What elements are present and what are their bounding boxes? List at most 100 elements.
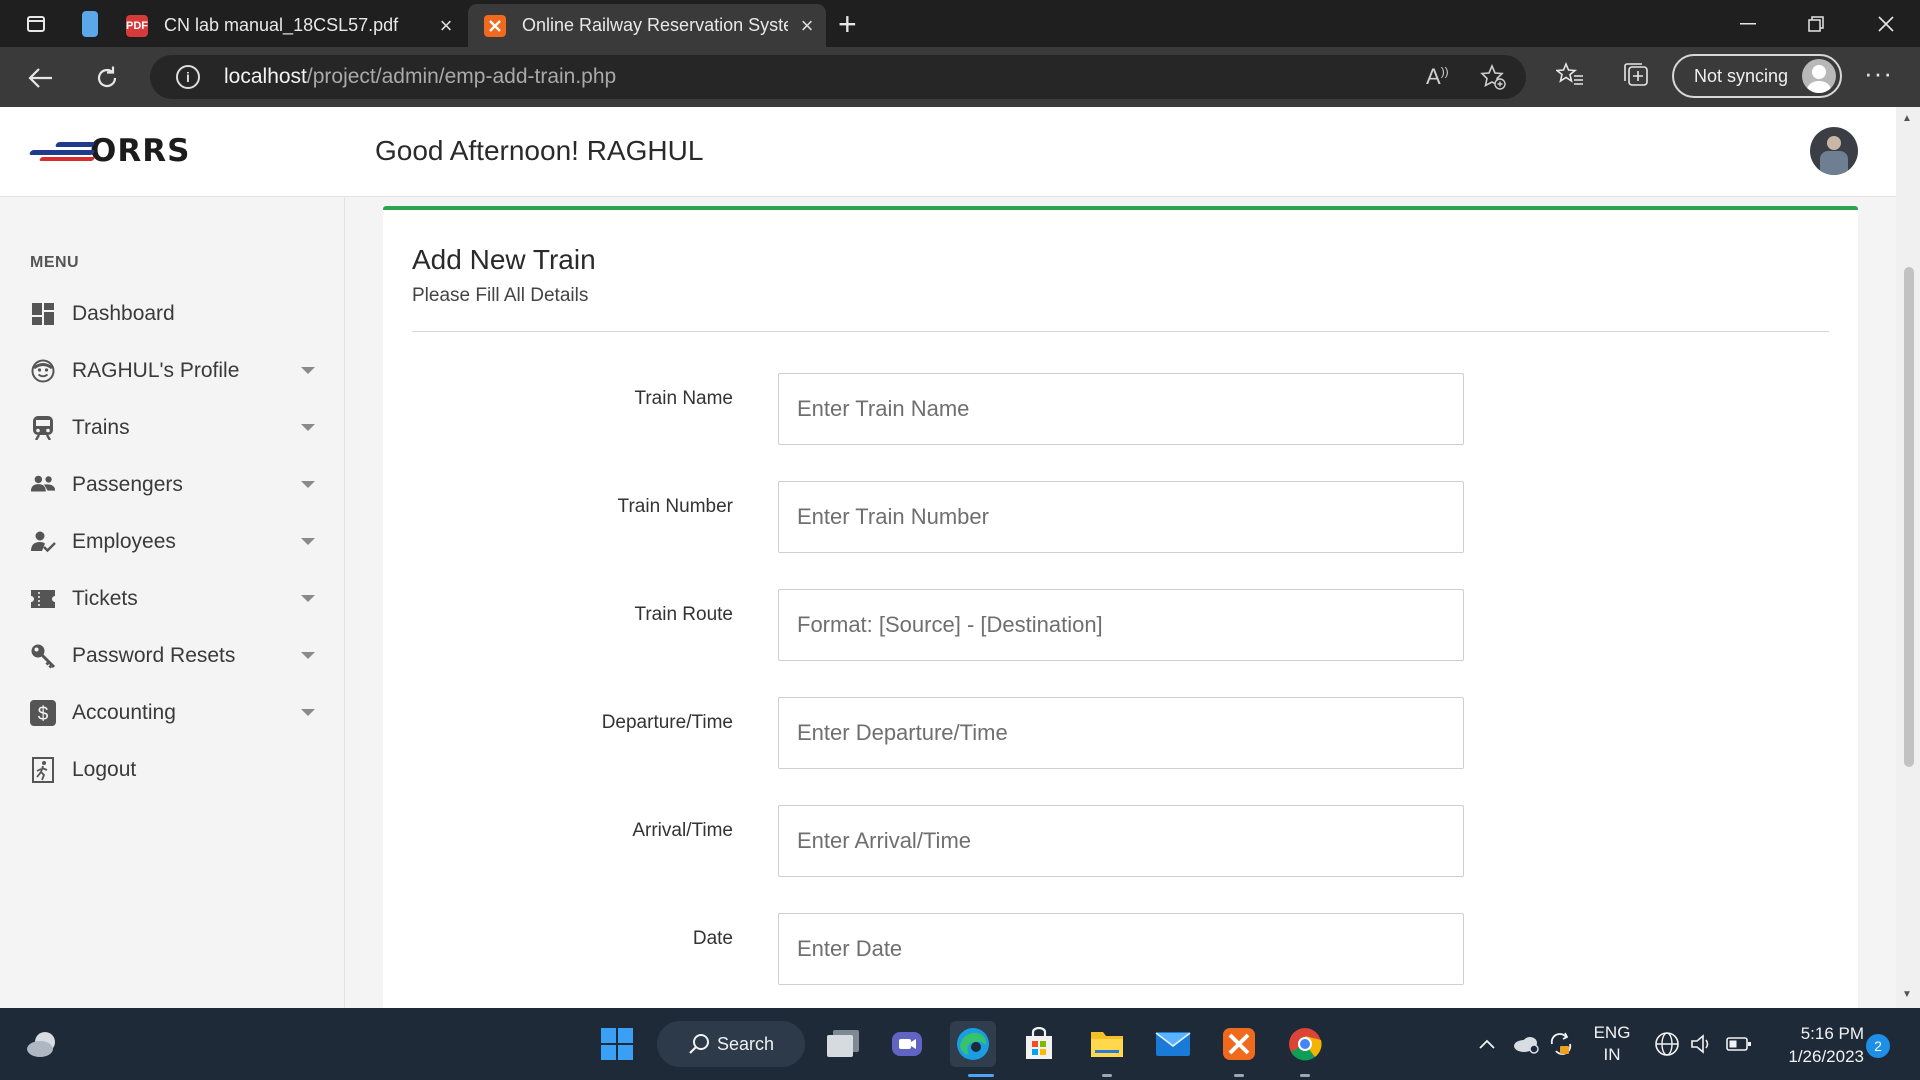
sidebar-item-tickets[interactable]: Tickets (30, 579, 320, 619)
key-icon (30, 643, 56, 669)
card-subtitle: Please Fill All Details (412, 285, 589, 306)
lang-line-2: IN (1603, 1045, 1621, 1064)
running-app-indicator (1300, 1074, 1310, 1077)
arrival-time-input[interactable] (778, 805, 1464, 877)
logo-text: ORRS (90, 133, 191, 169)
notification-badge[interactable]: 2 (1866, 1034, 1890, 1058)
mail-icon[interactable] (1150, 1021, 1196, 1067)
sidebar: MENU Dashboard RAGHUL's Profile Trains P… (0, 198, 345, 1008)
train-logo-icon (28, 136, 96, 166)
close-tab-icon[interactable]: × (788, 13, 826, 39)
refresh-icon[interactable] (90, 61, 124, 95)
xampp-icon[interactable] (1216, 1021, 1262, 1067)
departure-time-input[interactable] (778, 697, 1464, 769)
running-app-indicator (1234, 1074, 1244, 1077)
greeting-text: Good Afternoon! RAGHUL (375, 135, 704, 166)
scroll-down-icon[interactable]: ▼ (1902, 989, 1912, 1000)
sidebar-item-label: Logout (72, 758, 137, 781)
close-window-icon[interactable] (1852, 0, 1920, 47)
file-explorer-icon[interactable] (1084, 1021, 1130, 1067)
form-row-train-name: Train Name (383, 373, 1858, 447)
minimize-icon[interactable] (1714, 0, 1782, 47)
onedrive-icon[interactable] (1512, 1008, 1540, 1080)
svg-text:$: $ (38, 704, 49, 725)
pdf-icon: PDF (126, 14, 148, 37)
taskbar-clock[interactable]: 5:16 PM 1/26/2023 (1764, 1022, 1864, 1068)
language-indicator[interactable]: ENG IN (1590, 1008, 1634, 1080)
user-avatar[interactable] (1810, 127, 1858, 175)
sync-status-icon[interactable] (1548, 1008, 1574, 1080)
new-tab-icon[interactable]: + (838, 6, 857, 43)
chevron-down-icon (301, 595, 315, 602)
employee-icon (30, 529, 56, 555)
date-input[interactable] (778, 913, 1464, 985)
windows-taskbar: Search ENG IN 5:16 PM 1/26/2023 2 (0, 1008, 1920, 1080)
restore-icon[interactable] (1782, 0, 1850, 47)
form-row-train-number: Train Number (383, 481, 1858, 555)
clock-time: 5:16 PM (1800, 1024, 1864, 1043)
weather-icon[interactable] (20, 1021, 66, 1067)
chevron-down-icon (301, 481, 315, 488)
sidebar-item-label: Accounting (72, 701, 176, 724)
task-view-icon[interactable] (820, 1021, 866, 1067)
form-row-arrival: Arrival/Time (383, 805, 1858, 879)
browser-tab-bar: PDF CN lab manual_18CSL57.pdf × Online R… (0, 0, 1920, 47)
chrome-icon[interactable] (1282, 1021, 1328, 1067)
microsoft-store-icon[interactable] (1016, 1021, 1062, 1067)
sidebar-item-profile[interactable]: RAGHUL's Profile (30, 351, 320, 391)
address-bar[interactable]: i localhost/project/admin/emp-add-train.… (150, 55, 1526, 99)
network-icon[interactable] (1654, 1008, 1680, 1080)
close-tab-icon[interactable]: × (427, 13, 465, 39)
tab-title: Online Railway Reservation Syste (522, 15, 788, 35)
sidebar-item-employees[interactable]: Employees (30, 522, 320, 562)
sidebar-item-passengers[interactable]: Passengers (30, 465, 320, 505)
sidebar-item-label: Password Resets (72, 644, 236, 667)
ticket-icon (30, 586, 56, 612)
scroll-up-icon[interactable]: ▲ (1902, 113, 1912, 124)
more-options-icon[interactable]: ··· (1864, 58, 1893, 89)
tab-railway[interactable]: Online Railway Reservation Syste × (468, 4, 826, 47)
tab-actions-icon[interactable] (22, 10, 50, 38)
train-route-input[interactable] (778, 589, 1464, 661)
field-label: Departure/Time (601, 712, 733, 733)
sidebar-item-logout[interactable]: Logout (30, 750, 320, 790)
url-text: localhost/project/admin/emp-add-train.ph… (224, 65, 617, 88)
collections-icon[interactable] (1622, 62, 1650, 94)
favorites-icon[interactable] (1554, 61, 1584, 94)
site-info-icon[interactable]: i (176, 65, 200, 89)
train-number-input[interactable] (778, 481, 1464, 553)
teams-chat-icon[interactable] (884, 1021, 930, 1067)
add-favorite-icon[interactable] (1480, 63, 1506, 96)
sidebar-item-accounting[interactable]: $ Accounting (30, 693, 320, 733)
read-aloud-icon[interactable]: A)) (1426, 64, 1449, 90)
edge-icon[interactable] (950, 1021, 996, 1067)
sidebar-item-trains[interactable]: Trains (30, 408, 320, 448)
sidebar-item-label: Tickets (72, 587, 138, 610)
web-page: ORRS Good Afternoon! RAGHUL MENU Dashboa… (0, 107, 1896, 1008)
face-icon (30, 358, 56, 384)
sync-label: Not syncing (1694, 65, 1789, 86)
add-train-card: Add New Train Please Fill All Details Tr… (383, 206, 1858, 1008)
form-row-date: Date (383, 913, 1858, 987)
sidebar-item-password-resets[interactable]: Password Resets (30, 636, 320, 676)
volume-icon[interactable] (1690, 1008, 1714, 1080)
train-name-input[interactable] (778, 373, 1464, 445)
browser-profile-avatar (1802, 59, 1836, 93)
tab-pdf[interactable]: PDF CN lab manual_18CSL57.pdf × (110, 4, 465, 47)
sidebar-item-dashboard[interactable]: Dashboard (30, 294, 320, 334)
back-icon[interactable] (24, 61, 58, 95)
menu-heading: MENU (30, 254, 80, 271)
taskbar-search[interactable]: Search (657, 1021, 805, 1067)
start-icon[interactable] (594, 1021, 640, 1067)
scrollbar-thumb[interactable] (1904, 267, 1914, 767)
people-icon (30, 472, 56, 498)
show-hidden-icons[interactable] (1478, 1008, 1496, 1080)
chevron-down-icon (301, 538, 315, 545)
vertical-tabs-icon[interactable] (76, 10, 104, 38)
profile-sync-button[interactable]: Not syncing (1672, 54, 1842, 98)
page-scrollbar[interactable]: ▲ ▼ (1896, 107, 1920, 1008)
orrs-logo[interactable]: ORRS (28, 133, 191, 169)
battery-icon[interactable] (1726, 1008, 1752, 1080)
active-app-indicator (968, 1074, 994, 1077)
clock-date: 1/26/2023 (1788, 1047, 1864, 1066)
